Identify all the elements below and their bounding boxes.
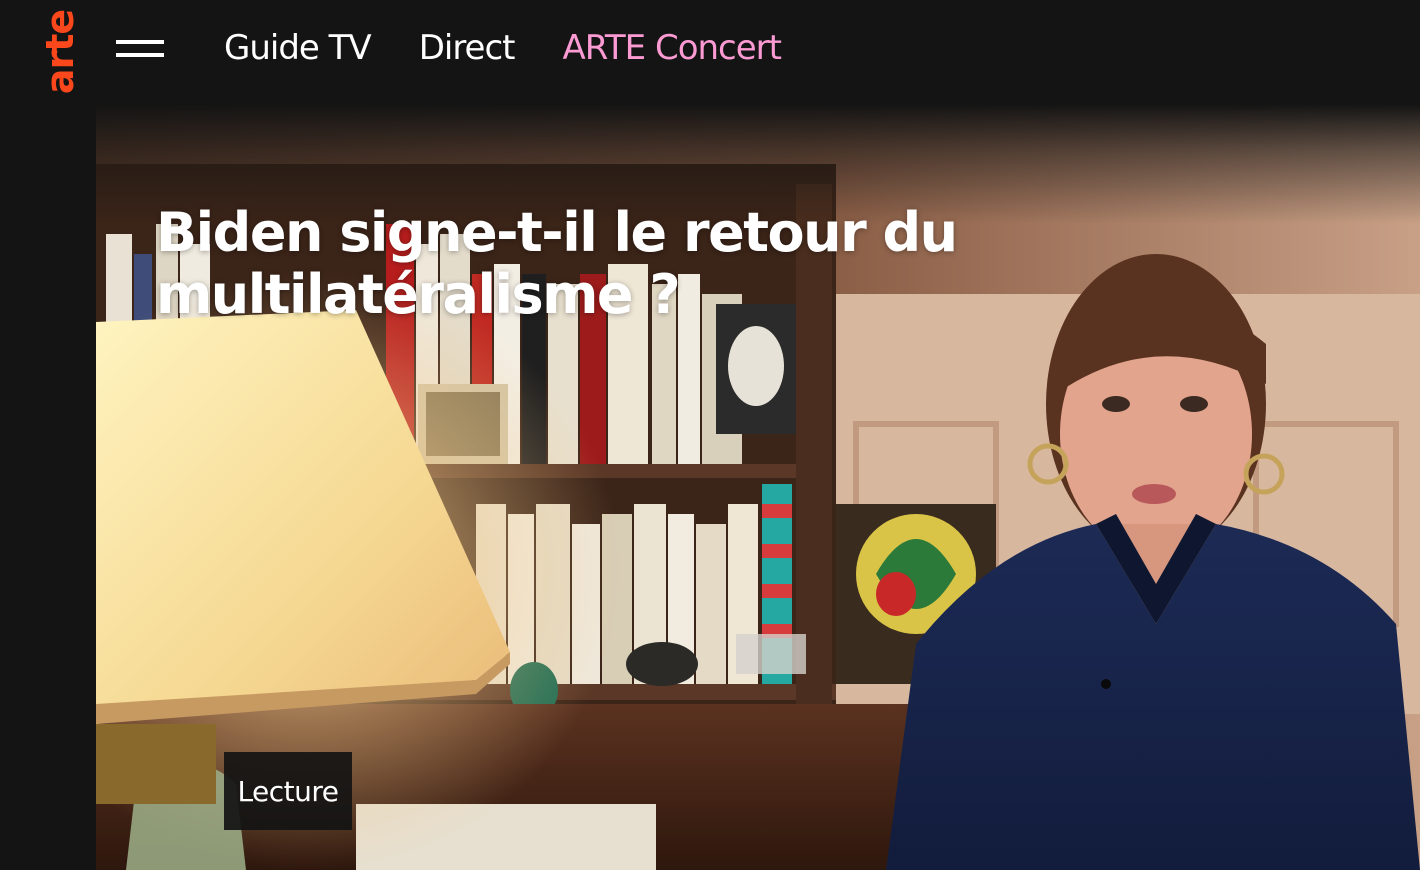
main-nav: Guide TV Direct ARTE Concert (224, 28, 782, 68)
top-navigation: Guide TV Direct ARTE Concert (96, 0, 1420, 104)
menu-bar-top (116, 40, 164, 44)
nav-link-arte-concert[interactable]: ARTE Concert (563, 28, 782, 68)
page: arte Guide TV Direct ARTE Concert Biden … (0, 0, 1420, 870)
nav-link-guide-tv[interactable]: Guide TV (224, 28, 372, 68)
arte-logo[interactable]: arte (36, 0, 84, 104)
logo-text: arte (38, 9, 83, 95)
nav-link-direct[interactable]: Direct (419, 28, 516, 68)
play-button[interactable]: Lecture (224, 752, 352, 830)
hero-video[interactable]: Biden signe-t-il le retour du multilatér… (96, 104, 1420, 870)
brand-rail: arte (0, 0, 96, 870)
video-title: Biden signe-t-il le retour du multilatér… (156, 201, 958, 326)
hamburger-menu-icon[interactable] (116, 38, 166, 62)
menu-bar-bottom (116, 53, 164, 57)
